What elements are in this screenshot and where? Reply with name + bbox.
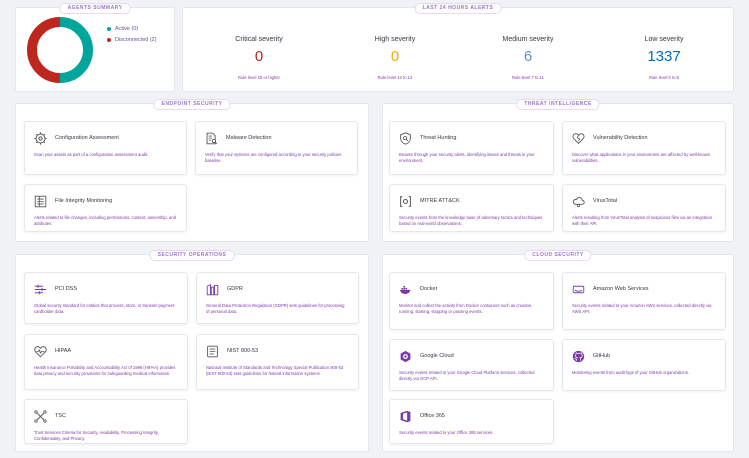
card-configuration-assessment[interactable]: Configuration Assessment Scan your asset… bbox=[24, 121, 187, 175]
card-file-integrity-monitoring[interactable]: File Integrity Monitoring Alerts related… bbox=[24, 184, 187, 232]
cloud-security-title: CLOUD SECURITY bbox=[524, 250, 592, 261]
high-severity: High severity 0 Rule level 12 to 14 bbox=[345, 36, 445, 80]
agents-summary-title: AGENTS SUMMARY bbox=[59, 3, 131, 14]
card-title: MITRE ATT&CK bbox=[420, 198, 460, 204]
threat-intelligence-title: THREAT INTELLIGENCE bbox=[516, 99, 600, 110]
critical-severity-link[interactable]: Rule level 15 or higher bbox=[209, 75, 309, 80]
tsc-icon bbox=[34, 410, 47, 423]
card-tsc[interactable]: TSC Trust Services Criteria for Security… bbox=[24, 399, 188, 444]
card-description: Discover what applications in your envir… bbox=[572, 152, 711, 163]
card-description: Browse through your security alerts, ide… bbox=[399, 152, 535, 163]
medium-severity-value[interactable]: 6 bbox=[478, 48, 578, 66]
card-title: NIST 800-53 bbox=[227, 348, 259, 354]
card-description: Global security standard for entities th… bbox=[34, 303, 175, 314]
card-description: Scan your assets as part of a configurat… bbox=[34, 152, 149, 157]
card-amazon-web-services[interactable]: Amazon Web Services Security events rela… bbox=[562, 272, 726, 330]
card-title: Threat Hunting bbox=[420, 135, 457, 141]
card-title: Malware Detection bbox=[226, 135, 272, 141]
legend-active-label: Active (0) bbox=[115, 26, 139, 32]
card-title: Amazon Web Services bbox=[593, 286, 649, 292]
cloud-bug-icon bbox=[572, 197, 585, 208]
google-cloud-icon bbox=[400, 350, 411, 363]
last-alerts-title: LAST 24 HOURS ALERTS bbox=[414, 3, 502, 14]
card-nist-800-53[interactable]: NIST 800-53 National Institute of Standa… bbox=[196, 334, 359, 390]
medium-severity-link[interactable]: Rule level 7 to 11 bbox=[478, 75, 578, 80]
card-title: Vulnerability Detection bbox=[593, 135, 648, 141]
card-pci-dss[interactable]: PCI DSS Global security standard for ent… bbox=[24, 272, 188, 324]
last-alerts-panel: LAST 24 HOURS ALERTS Critical severity 0… bbox=[182, 3, 734, 92]
card-malware-detection[interactable]: Malware Detection Verify that your syste… bbox=[195, 121, 358, 175]
card-title: Office 365 bbox=[420, 413, 445, 419]
card-title: Google Cloud bbox=[420, 353, 454, 359]
card-title: Configuration Assessment bbox=[55, 135, 119, 141]
pci-icon bbox=[34, 284, 47, 295]
card-title: HIPAA bbox=[55, 348, 72, 354]
card-description: Security events from the knowledge base … bbox=[399, 215, 543, 226]
low-severity: Low severity 1337 Rule level 0 to 6 bbox=[614, 36, 714, 80]
docker-icon bbox=[399, 285, 411, 294]
medium-severity-label: Medium severity bbox=[502, 36, 554, 43]
gdpr-icon bbox=[206, 283, 219, 296]
critical-severity-value[interactable]: 0 bbox=[209, 48, 309, 66]
card-gdpr[interactable]: GDPR General Data Protection Regulation … bbox=[196, 272, 359, 324]
card-description: Security events related to your Amazon A… bbox=[572, 303, 712, 314]
card-description: Monitor and collect the activity from Do… bbox=[399, 303, 533, 314]
agents-summary-panel: AGENTS SUMMARY Active (0) Disconnected (… bbox=[15, 3, 175, 92]
aws-icon bbox=[572, 285, 585, 294]
card-title: File Integrity Monitoring bbox=[55, 198, 113, 204]
card-virustotal[interactable]: VirusTotal Alerts resulting from VirusTo… bbox=[562, 184, 726, 232]
shield-icon bbox=[400, 132, 411, 145]
security-operations-title: SECURITY OPERATIONS bbox=[149, 250, 235, 261]
office-icon bbox=[400, 410, 411, 423]
low-severity-value[interactable]: 1337 bbox=[614, 48, 714, 66]
card-threat-hunting[interactable]: Threat Hunting Browse through your secur… bbox=[389, 121, 554, 175]
card-description: Verify that your systems are configured … bbox=[205, 152, 342, 163]
card-title: PCI DSS bbox=[55, 286, 78, 292]
endpoint-security-title: ENDPOINT SECURITY bbox=[153, 99, 231, 110]
card-description: Security events related to your Google C… bbox=[399, 370, 535, 381]
card-description: Alerts resulting from VirusTotal analysi… bbox=[572, 215, 713, 226]
legend-active[interactable]: Active (0) bbox=[107, 26, 138, 32]
card-google-cloud[interactable]: Google Cloud Security events related to … bbox=[389, 339, 554, 391]
card-title: Docker bbox=[420, 286, 438, 292]
gear-icon bbox=[34, 132, 47, 145]
agents-donut-chart[interactable] bbox=[25, 15, 95, 85]
health-icon bbox=[34, 346, 47, 358]
card-description: Health Insurance Portability and Account… bbox=[34, 365, 176, 376]
card-description: Security events related to your Office 3… bbox=[399, 430, 494, 435]
mitre-icon bbox=[400, 196, 411, 207]
card-title: GitHub bbox=[593, 353, 611, 359]
card-description: General Data Protection Regulation (GDPR… bbox=[206, 303, 345, 314]
card-office-365[interactable]: Office 365 Security events related to yo… bbox=[389, 399, 554, 444]
high-severity-value[interactable]: 0 bbox=[345, 48, 445, 66]
card-description: Alerts related to file changes, includin… bbox=[34, 215, 176, 226]
card-docker[interactable]: Docker Monitor and collect the activity … bbox=[389, 272, 554, 330]
card-title: VirusTotal bbox=[593, 198, 618, 204]
low-severity-link[interactable]: Rule level 0 to 6 bbox=[614, 75, 714, 80]
file-list-icon bbox=[34, 195, 47, 208]
legend-disconnected-label: Disconnected (2) bbox=[115, 37, 157, 43]
high-severity-link[interactable]: Rule level 12 to 14 bbox=[345, 75, 445, 80]
card-description: National Institute of Standards and Tech… bbox=[206, 365, 344, 376]
legend-disconnected-dot bbox=[107, 38, 111, 42]
card-description: Trust Services Criteria for Security, Av… bbox=[34, 430, 159, 441]
card-github[interactable]: GitHub Monitoring events from audit logs… bbox=[562, 339, 726, 391]
legend-active-dot bbox=[107, 27, 111, 31]
card-hipaa[interactable]: HIPAA Health Insurance Portability and A… bbox=[24, 334, 188, 390]
nist-icon bbox=[207, 345, 218, 358]
heart-broken-icon bbox=[572, 133, 585, 145]
card-title: GDPR bbox=[227, 286, 243, 292]
card-vulnerability-detection[interactable]: Vulnerability Detection Discover what ap… bbox=[562, 121, 726, 175]
github-icon bbox=[572, 350, 585, 363]
document-search-icon bbox=[206, 132, 218, 145]
medium-severity: Medium severity 6 Rule level 7 to 11 bbox=[478, 36, 578, 80]
card-mitre-attack[interactable]: MITRE ATT&CK Security events from the kn… bbox=[389, 184, 554, 232]
critical-severity: Critical severity 0 Rule level 15 or hig… bbox=[209, 36, 309, 80]
card-description: Monitoring events from audit logs of you… bbox=[572, 370, 690, 375]
legend-disconnected[interactable]: Disconnected (2) bbox=[107, 37, 157, 43]
critical-severity-label: Critical severity bbox=[235, 36, 283, 43]
card-title: TSC bbox=[55, 413, 66, 419]
low-severity-label: Low severity bbox=[644, 36, 684, 43]
high-severity-label: High severity bbox=[374, 36, 416, 43]
